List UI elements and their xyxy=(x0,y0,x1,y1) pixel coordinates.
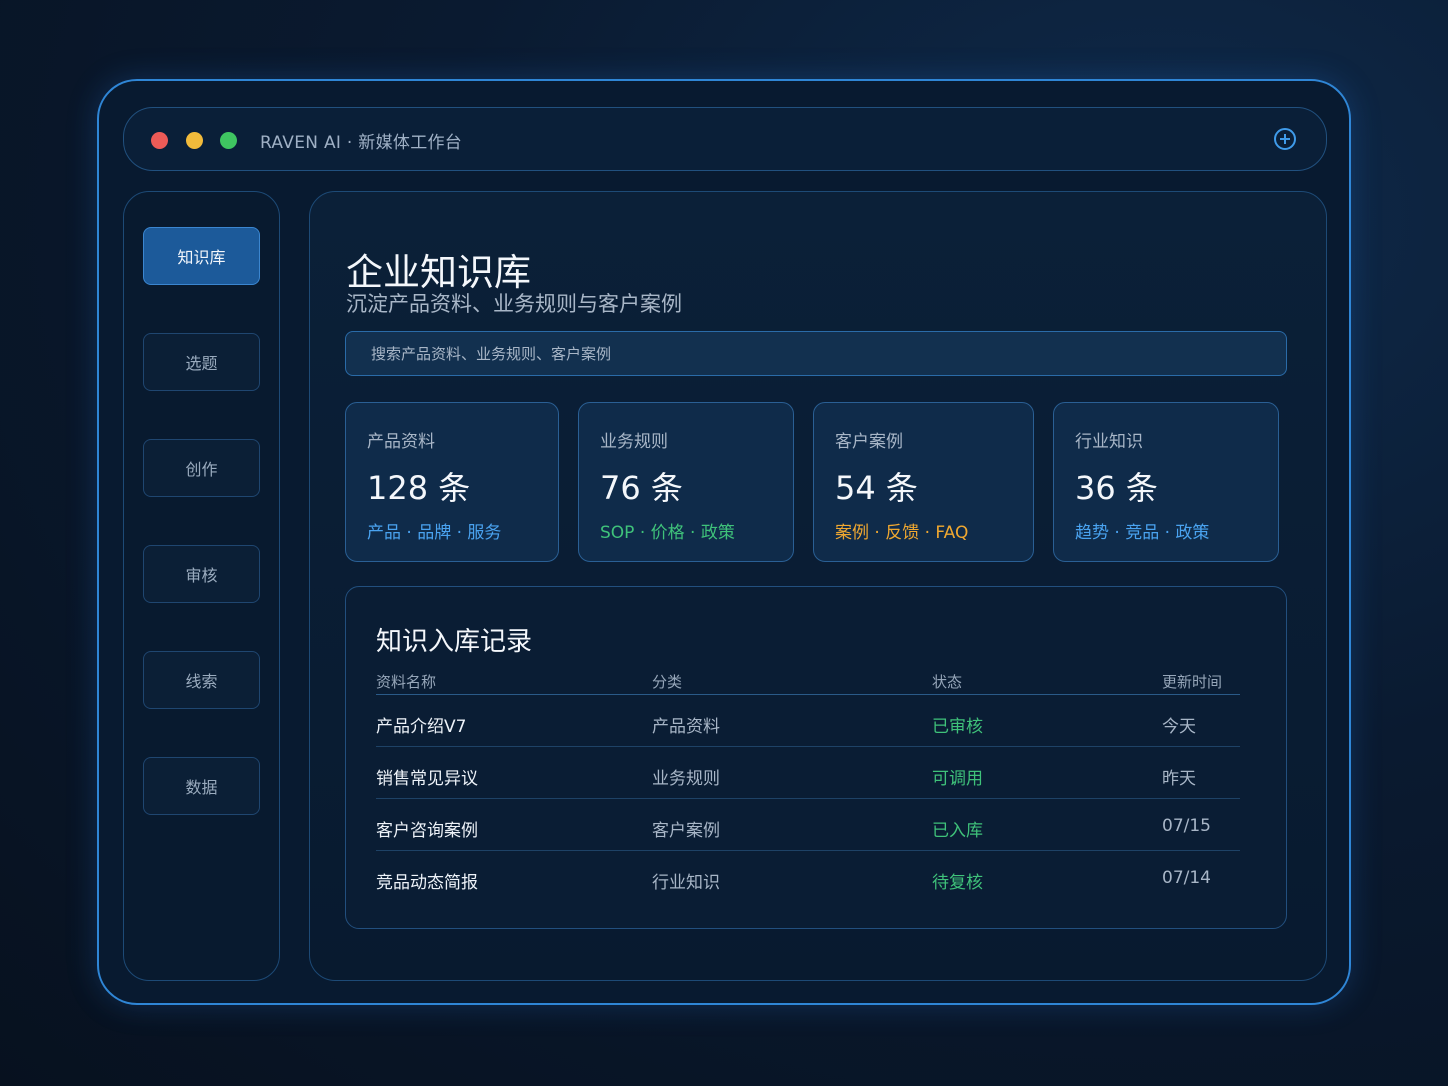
row-name: 竞品动态简报 xyxy=(376,873,478,893)
row-category: 产品资料 xyxy=(652,717,720,737)
title-bar: RAVEN AI · 新媒体工作台 xyxy=(123,107,1327,171)
card-label: 行业知识 xyxy=(1075,432,1143,452)
row-status: 已入库 xyxy=(932,821,983,841)
row-category: 业务规则 xyxy=(652,769,720,789)
records-title: 知识入库记录 xyxy=(376,627,533,657)
card-tags: SOP · 价格 · 政策 xyxy=(600,523,735,543)
table-row[interactable]: 产品介绍V7 产品资料 已审核 今天 xyxy=(376,695,1240,747)
table-row[interactable]: 销售常见异议 业务规则 可调用 昨天 xyxy=(376,747,1240,799)
row-category: 客户案例 xyxy=(652,821,720,841)
row-time: 07/15 xyxy=(1162,816,1211,836)
row-name: 产品介绍V7 xyxy=(376,717,467,737)
row-status: 可调用 xyxy=(932,769,983,789)
sidebar-item-knowledge-base[interactable]: 知识库 xyxy=(143,227,260,285)
card-label: 客户案例 xyxy=(835,432,903,452)
row-name: 客户咨询案例 xyxy=(376,821,478,841)
app-window: RAVEN AI · 新媒体工作台 知识库 选题 创作 审核 线索 数据 企业知… xyxy=(97,79,1351,1005)
page-subtitle: 沉淀产品资料、业务规则与客户案例 xyxy=(346,292,682,316)
add-icon[interactable] xyxy=(1274,128,1296,150)
sidebar-item-review[interactable]: 审核 xyxy=(143,545,260,603)
column-header-name[interactable]: 资料名称 xyxy=(376,671,436,692)
row-status: 已审核 xyxy=(932,717,983,737)
records-panel: 知识入库记录 资料名称 分类 状态 更新时间 产品介绍V7 产品资料 已审核 今… xyxy=(345,586,1287,929)
card-tags: 案例 · 反馈 · FAQ xyxy=(835,523,969,543)
sidebar: 知识库 选题 创作 审核 线索 数据 xyxy=(123,191,280,981)
stat-card-industry[interactable]: 行业知识 36 条 趋势 · 竞品 · 政策 xyxy=(1053,402,1279,562)
row-time: 昨天 xyxy=(1162,769,1196,789)
sidebar-item-topics[interactable]: 选题 xyxy=(143,333,260,391)
row-time: 07/14 xyxy=(1162,868,1211,888)
column-header-category[interactable]: 分类 xyxy=(652,671,682,692)
stat-card-business-rules[interactable]: 业务规则 76 条 SOP · 价格 · 政策 xyxy=(578,402,794,562)
sidebar-item-create[interactable]: 创作 xyxy=(143,439,260,497)
row-category: 行业知识 xyxy=(652,873,720,893)
card-label: 业务规则 xyxy=(600,432,668,452)
sidebar-item-leads[interactable]: 线索 xyxy=(143,651,260,709)
main-panel: 企业知识库 沉淀产品资料、业务规则与客户案例 搜索产品资料、业务规则、客户案例 … xyxy=(309,191,1327,981)
table-header: 资料名称 分类 状态 更新时间 xyxy=(376,669,1240,695)
card-value: 76 条 xyxy=(600,469,683,507)
row-time: 今天 xyxy=(1162,717,1196,737)
card-value: 128 条 xyxy=(367,469,471,507)
records-table: 资料名称 分类 状态 更新时间 产品介绍V7 产品资料 已审核 今天 销售常见异… xyxy=(376,669,1240,903)
table-row[interactable]: 竞品动态简报 行业知识 待复核 07/14 xyxy=(376,851,1240,903)
card-value: 36 条 xyxy=(1075,469,1158,507)
card-value: 54 条 xyxy=(835,469,918,507)
card-label: 产品资料 xyxy=(367,432,435,452)
app-title: RAVEN AI · 新媒体工作台 xyxy=(260,133,463,153)
row-name: 销售常见异议 xyxy=(376,769,478,789)
sidebar-item-data[interactable]: 数据 xyxy=(143,757,260,815)
stat-card-customer-cases[interactable]: 客户案例 54 条 案例 · 反馈 · FAQ xyxy=(813,402,1034,562)
maximize-window-dot[interactable] xyxy=(220,132,237,149)
row-status: 待复核 xyxy=(932,873,983,893)
column-header-time[interactable]: 更新时间 xyxy=(1162,671,1222,692)
column-header-status[interactable]: 状态 xyxy=(932,671,962,692)
close-window-dot[interactable] xyxy=(151,132,168,149)
card-tags: 趋势 · 竞品 · 政策 xyxy=(1075,523,1210,543)
minimize-window-dot[interactable] xyxy=(186,132,203,149)
stat-card-product[interactable]: 产品资料 128 条 产品 · 品牌 · 服务 xyxy=(345,402,559,562)
table-row[interactable]: 客户咨询案例 客户案例 已入库 07/15 xyxy=(376,799,1240,851)
search-input[interactable]: 搜索产品资料、业务规则、客户案例 xyxy=(345,331,1287,376)
card-tags: 产品 · 品牌 · 服务 xyxy=(367,523,502,543)
